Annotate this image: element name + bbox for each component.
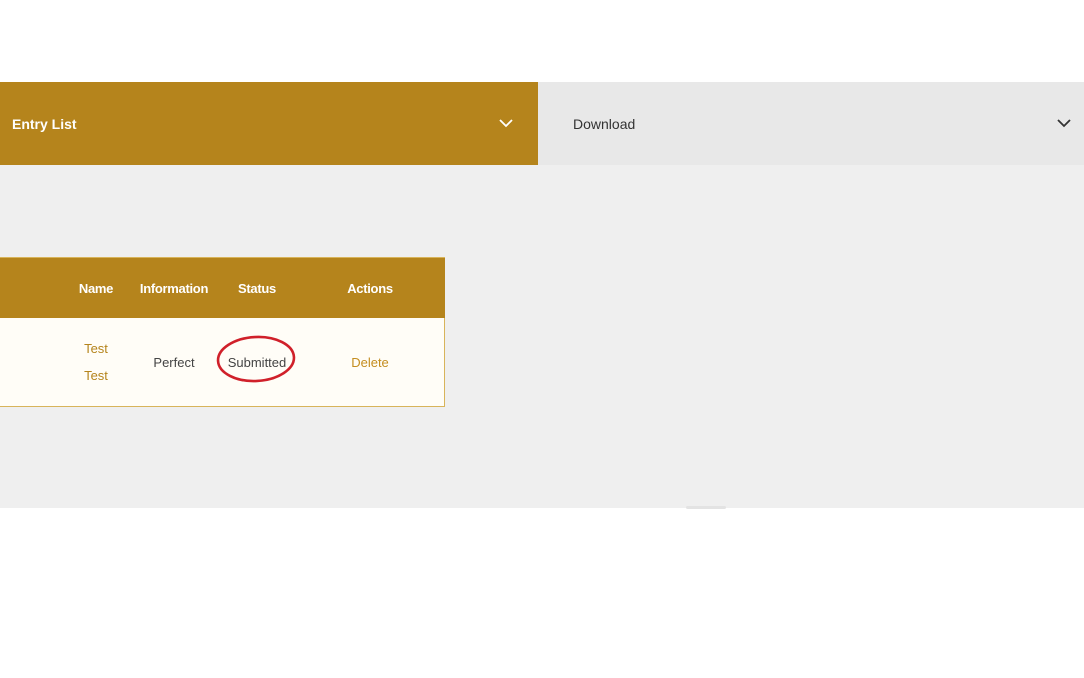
chevron-down-icon[interactable]: [1055, 114, 1073, 132]
header-information[interactable]: Information: [130, 258, 218, 318]
table-header-row: Name Information Status Actions: [0, 258, 445, 318]
tab-download[interactable]: Download: [538, 82, 1084, 165]
chevron-down-icon[interactable]: [497, 114, 515, 132]
header-actions[interactable]: Actions: [335, 258, 405, 318]
header-status[interactable]: Status: [228, 258, 286, 318]
page: Entry List Download Name Information Sta…: [0, 0, 1084, 678]
faint-artifact: [686, 506, 726, 509]
header-name[interactable]: Name: [70, 258, 122, 318]
entries-table: Name Information Status Actions Test Tes…: [0, 257, 445, 407]
row-name-last: Test: [84, 368, 108, 383]
row-name-cell[interactable]: Test Test: [70, 318, 122, 406]
tab-entry-list[interactable]: Entry List: [0, 82, 538, 165]
tab-download-label: Download: [573, 115, 636, 132]
table-row: Test Test Perfect Submitted Delete: [0, 318, 444, 406]
row-status-cell: Submitted: [227, 354, 287, 370]
row-information-cell: Perfect: [153, 354, 195, 370]
row-name-first: Test: [84, 341, 108, 356]
tab-entry-list-label: Entry List: [12, 115, 77, 132]
delete-link[interactable]: Delete: [335, 318, 405, 406]
